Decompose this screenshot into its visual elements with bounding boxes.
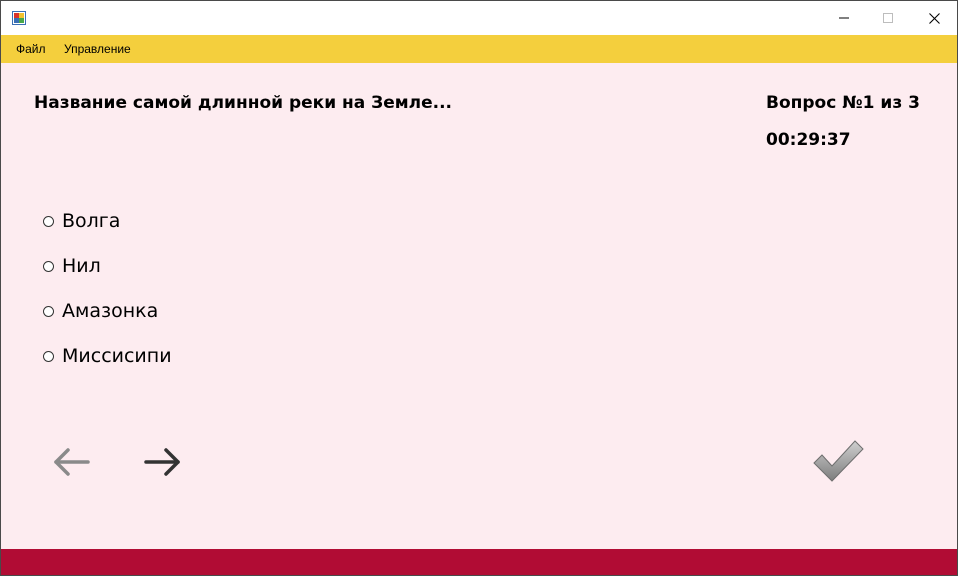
radio-button[interactable] xyxy=(43,305,54,317)
close-button[interactable] xyxy=(911,1,957,35)
answer-option[interactable]: Амазонка xyxy=(43,299,158,323)
answer-option[interactable]: Нил xyxy=(43,254,101,278)
menu-manage[interactable]: Управление xyxy=(64,35,131,63)
app-window: Файл Управление Название самой длинной р… xyxy=(0,0,958,576)
previous-question-button[interactable] xyxy=(50,444,94,480)
question-number: Вопрос №1 из 3 xyxy=(766,93,920,113)
answer-label: Миссисипи xyxy=(62,345,172,367)
checkmark-icon xyxy=(813,440,864,482)
minimize-button[interactable] xyxy=(821,1,867,35)
answer-option[interactable]: Волга xyxy=(43,209,120,233)
minimize-icon xyxy=(839,17,849,19)
app-window-icon xyxy=(12,10,26,25)
title-bar[interactable] xyxy=(1,1,957,35)
maximize-button[interactable] xyxy=(865,1,911,35)
radio-button[interactable] xyxy=(43,215,54,227)
radio-button[interactable] xyxy=(43,260,54,272)
arrow-right-icon xyxy=(144,448,180,476)
answer-option[interactable]: Миссисипи xyxy=(43,344,172,368)
answer-label: Волга xyxy=(62,210,121,232)
submit-answer-button[interactable] xyxy=(811,439,865,485)
arrow-left-icon xyxy=(54,448,90,476)
answer-label: Нил xyxy=(62,255,101,277)
bottom-bar xyxy=(1,549,957,575)
next-question-button[interactable] xyxy=(140,444,184,480)
radio-button[interactable] xyxy=(43,350,54,362)
timer: 00:29:37 xyxy=(766,130,851,150)
answer-label: Амазонка xyxy=(62,300,159,322)
menu-bar: Файл Управление xyxy=(1,35,957,63)
question-text: Название самой длинной реки на Земле... xyxy=(34,93,453,113)
quiz-panel: Название самой длинной реки на Земле... … xyxy=(1,63,957,549)
menu-file[interactable]: Файл xyxy=(16,35,46,63)
maximize-icon xyxy=(883,13,893,23)
close-icon xyxy=(928,12,940,24)
